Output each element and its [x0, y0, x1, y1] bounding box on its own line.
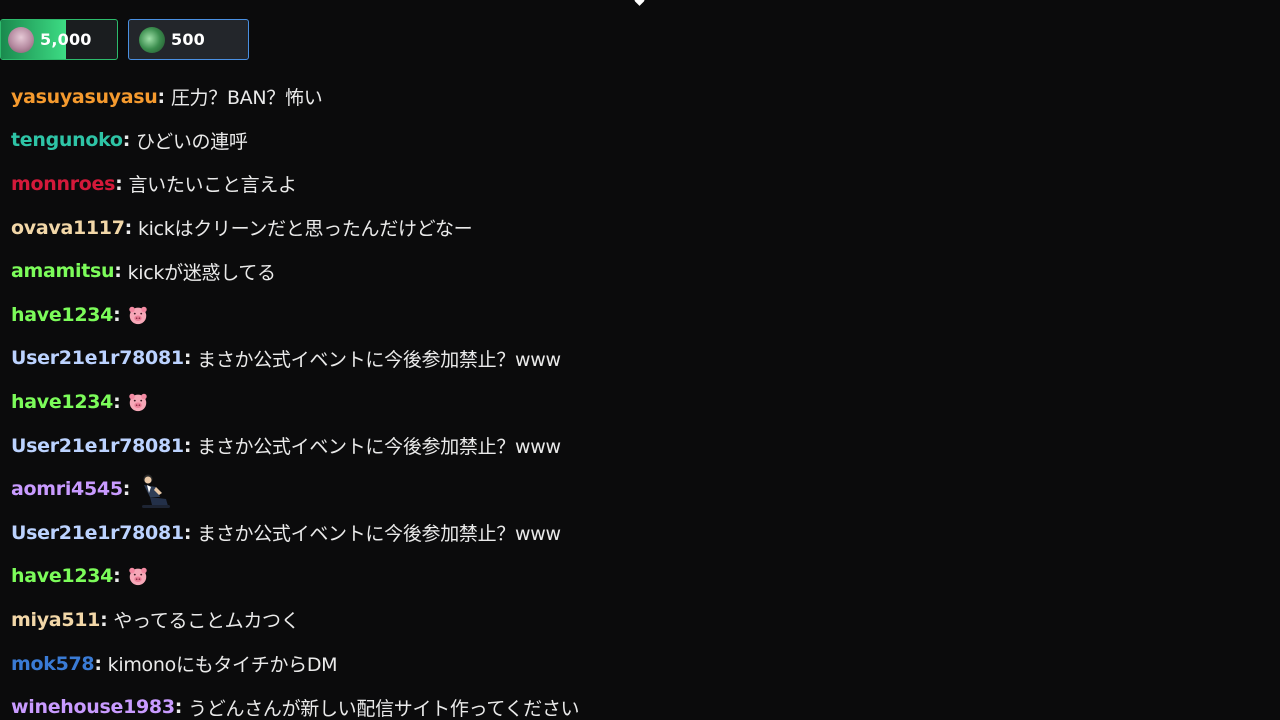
chat-message-text: まさか公式イベントに今後参加禁止？www [197, 523, 561, 546]
chat-username[interactable]: mok578 [11, 653, 95, 675]
username-separator: : [94, 652, 102, 675]
chat-username[interactable]: winehouse1983 [11, 696, 175, 718]
chat-message: miya511: やってることムカつく [11, 598, 1271, 642]
chat-username[interactable]: have1234 [11, 304, 113, 326]
pinned-donation-5000[interactable]: 5,000 [0, 19, 118, 60]
chat-message: have1234: [11, 380, 1271, 424]
username-separator: : [157, 85, 166, 108]
username-separator: : [183, 521, 192, 544]
username-separator: : [122, 478, 131, 501]
chat-username[interactable]: monnroes [11, 173, 115, 195]
chat-message-list: yasuyasuyasu: 圧力？BAN？怖い tengunoko: ひどいの連呼 mo… [11, 75, 1271, 720]
username-separator: : [183, 347, 192, 370]
chat-username[interactable]: yasuyasuyasu [11, 86, 158, 108]
chat-message-text: うどんさんが新しい配信サイト作ってください [188, 697, 580, 720]
chat-message-text: やってることムカつく [113, 610, 300, 633]
chat-message-text: ひどいの連呼 [136, 130, 248, 153]
chat-message-text: 圧力？BAN？怖い [170, 87, 323, 110]
username-separator: : [114, 260, 122, 283]
chat-username[interactable]: have1234 [11, 565, 113, 587]
pig-emote-icon [127, 565, 149, 587]
username-separator: : [124, 216, 133, 239]
chat-username[interactable]: aomri4545 [11, 478, 123, 500]
chat-message: yasuyasuyasu: 圧力？BAN？怖い [11, 75, 1271, 119]
chat-message: tengunoko: ひどいの連呼 [11, 119, 1271, 163]
chat-message: User21e1r78081: まさか公式イベントに今後参加禁止？www [11, 511, 1271, 555]
pinned-donations-bar: 5,000 500 [0, 19, 249, 60]
chat-message-text: まさか公式イベントに今後参加禁止？www [197, 436, 561, 459]
heart-icon [634, 0, 645, 6]
chat-message: winehouse1983: うどんさんが新しい配信サイト作ってください [11, 685, 1271, 720]
username-separator: : [174, 696, 183, 719]
chat-message-text: 言いたいこと言えよ [128, 174, 297, 197]
chat-message-text: kickが迷惑してる [127, 261, 276, 284]
chat-message: ovava1117: kickはクリーンだと思ったんだけどなー [11, 206, 1271, 250]
chat-message: User21e1r78081: まさか公式イベントに今後参加禁止？www [11, 337, 1271, 381]
donation-amount: 5,000 [40, 30, 92, 49]
avatar [8, 26, 34, 53]
username-separator: : [183, 434, 192, 457]
username-separator: : [115, 172, 123, 195]
chat-message: amamitsu: kickが迷惑してる [11, 249, 1271, 293]
chat-message-text: kimonoにもタイチからDM [107, 654, 338, 677]
chat-message: have1234: [11, 293, 1271, 337]
chat-message: monnroes: 言いたいこと言えよ [11, 162, 1271, 206]
chat-username[interactable]: User21e1r78081 [11, 347, 184, 369]
username-separator: : [113, 303, 121, 326]
chat-message: mok578: kimonoにもタイチからDM [11, 642, 1271, 686]
chat-message-text: kickはクリーンだと思ったんだけどなー [137, 218, 473, 241]
chat-message: User21e1r78081: まさか公式イベントに今後参加禁止？www [11, 424, 1271, 468]
chat-message: have1234: [11, 555, 1271, 599]
chat-username[interactable]: amamitsu [11, 260, 115, 282]
chat-username[interactable]: ovava1117 [11, 217, 125, 239]
chat-username[interactable]: tengunoko [11, 129, 123, 151]
username-separator: : [100, 608, 108, 631]
chat-message: aomri4545: [11, 467, 1271, 511]
pinned-donation-500[interactable]: 500 [128, 19, 249, 60]
donation-amount: 500 [171, 30, 205, 49]
chat-message-text: まさか公式イベントに今後参加禁止？www [197, 348, 561, 371]
pig-emote-icon [127, 304, 149, 326]
chat-username[interactable]: have1234 [11, 391, 113, 413]
chat-username[interactable]: User21e1r78081 [11, 522, 184, 544]
username-separator: : [113, 565, 121, 588]
pig-emote-icon [127, 391, 149, 413]
kneeling-person-emote-icon [136, 473, 172, 511]
chat-username[interactable]: miya511 [11, 609, 100, 631]
chat-username[interactable]: User21e1r78081 [11, 435, 184, 457]
username-separator: : [113, 390, 121, 413]
username-separator: : [122, 129, 131, 152]
avatar [139, 26, 165, 53]
chat-panel: 5,000 500 yasuyasuyasu: 圧力？BAN？怖い tengunok… [0, 0, 1280, 720]
